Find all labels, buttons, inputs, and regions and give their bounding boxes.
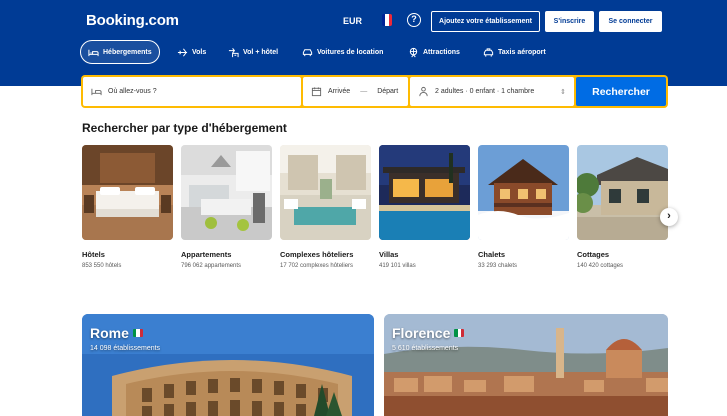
property-type-name: Cottages: [577, 250, 610, 259]
property-type-count: 17 702 complexes hôteliers: [280, 263, 354, 269]
taxi-icon: [483, 47, 494, 57]
nav-label: Vols: [192, 48, 207, 56]
checkout-label: Départ: [377, 88, 399, 95]
chalet-image: [478, 145, 569, 240]
property-card-hotels[interactable]: Hôtels 853 550 hôtels: [82, 145, 173, 271]
nav-label: Vol + hôtel: [243, 48, 279, 56]
search-button[interactable]: Rechercher: [576, 77, 666, 106]
bed-icon: [91, 88, 102, 96]
language-flag-icon[interactable]: [382, 14, 392, 26]
nav-flight-hotel[interactable]: Vol + hôtel: [221, 40, 285, 64]
carousel-next-button[interactable]: ›: [660, 208, 678, 226]
property-type-count: 853 550 hôtels: [82, 263, 122, 269]
property-card-chalets[interactable]: Chalets 33 293 chalets: [478, 145, 569, 271]
destination-card-florence[interactable]: Florence 5 610 établissements: [384, 314, 668, 416]
city-name: Florence: [392, 325, 451, 341]
city-name: Rome: [90, 325, 129, 341]
cottage-image: [577, 145, 668, 240]
top-header: Booking.com EUR ? Ajoutez votre établiss…: [0, 0, 727, 86]
date-picker[interactable]: Arrivée — Départ: [303, 77, 408, 106]
calendar-icon: [311, 87, 322, 97]
destination-card-rome[interactable]: Rome 14 098 établissements: [82, 314, 374, 416]
property-card-cottages[interactable]: Cottages 140 420 cottages: [577, 145, 668, 271]
property-type-name: Appartements: [181, 250, 232, 259]
currency-selector[interactable]: EUR: [343, 16, 362, 26]
section-title: Rechercher par type d'hébergement: [82, 121, 287, 135]
city-title: Florence: [392, 325, 465, 341]
plane-icon: [177, 48, 188, 56]
list-property-button[interactable]: Ajoutez votre établissement: [431, 11, 540, 32]
nav-label: Voitures de location: [317, 48, 384, 56]
nav-flights[interactable]: Vols: [170, 40, 213, 64]
apartment-image: [181, 145, 272, 240]
chevron-updown-icon: ⇕: [560, 88, 566, 96]
booking-logo[interactable]: Booking.com: [86, 12, 179, 29]
italy-flag-icon: [454, 329, 465, 337]
guests-selector[interactable]: 2 adultes · 0 enfant · 1 chambre ⇕: [410, 77, 574, 106]
italy-flag-icon: [132, 329, 143, 337]
checkin-label: Arrivée: [328, 88, 351, 95]
car-icon: [302, 48, 313, 56]
property-type-name: Hôtels: [82, 250, 105, 259]
property-type-name: Complexes hôteliers: [280, 250, 354, 259]
nav-airport-taxis[interactable]: Taxis aéroport: [476, 40, 553, 64]
date-separator: —: [360, 88, 368, 95]
nav-attractions[interactable]: Attractions: [401, 40, 467, 64]
property-card-apartments[interactable]: Appartements 796 062 appartements: [181, 145, 272, 271]
property-type-count: 419 101 villas: [379, 263, 416, 269]
city-title: Rome: [90, 325, 143, 341]
city-property-count: 5 610 établissements: [392, 345, 459, 352]
property-type-count: 140 420 cottages: [577, 263, 624, 269]
search-bar: Où allez-vous ? Arrivée — Départ 2 adult…: [81, 75, 668, 108]
nav-car-rental[interactable]: Voitures de location: [295, 40, 390, 64]
property-type-name: Chalets: [478, 250, 506, 259]
city-property-count: 14 098 établissements: [90, 345, 161, 352]
nav-label: Taxis aéroport: [498, 48, 546, 56]
resort-image: [280, 145, 371, 240]
villa-image: [379, 145, 470, 240]
destination-placeholder: Où allez-vous ?: [108, 88, 157, 95]
destination-input[interactable]: Où allez-vous ?: [83, 77, 301, 106]
bed-icon: [88, 49, 99, 56]
guests-label: 2 adultes · 0 enfant · 1 chambre: [435, 88, 535, 95]
help-icon[interactable]: ?: [407, 13, 421, 27]
sign-in-button[interactable]: Se connecter: [599, 11, 662, 32]
property-card-resorts[interactable]: Complexes hôteliers 17 702 complexes hôt…: [280, 145, 371, 271]
plane-hotel-icon: [228, 47, 239, 57]
nav-label: Attractions: [423, 48, 460, 56]
nav-label: Hébergements: [103, 48, 152, 56]
register-button[interactable]: S'inscrire: [545, 11, 594, 32]
attraction-icon: [409, 47, 418, 57]
nav-accommodations[interactable]: Hébergements: [80, 40, 160, 64]
property-type-name: Villas: [379, 250, 399, 259]
property-card-villas[interactable]: Villas 419 101 villas: [379, 145, 470, 271]
hotel-room-image: [82, 145, 173, 240]
person-icon: [419, 86, 428, 97]
property-type-count: 33 293 chalets: [478, 263, 518, 269]
property-type-count: 796 062 appartements: [181, 263, 242, 269]
